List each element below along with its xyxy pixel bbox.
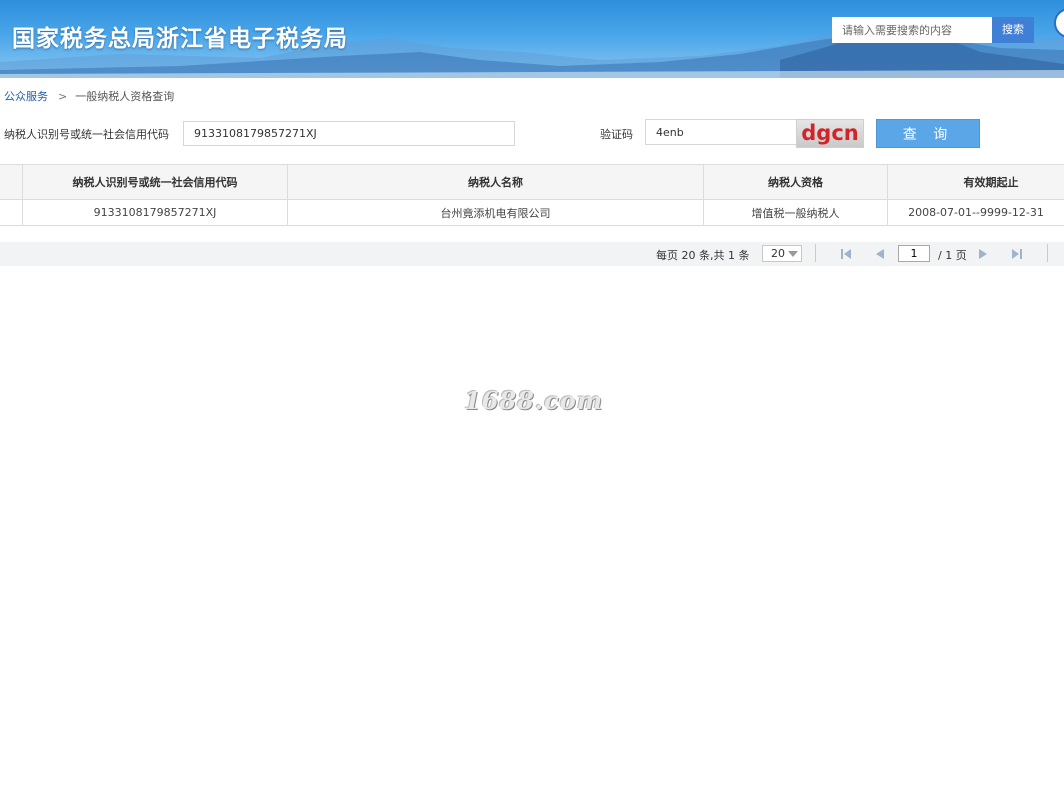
breadcrumb-current: 一般纳税人资格查询 <box>75 90 175 103</box>
cell-taxpayer-name: 台州竟添机电有限公司 <box>288 200 704 225</box>
page-size-select[interactable]: 20 <box>762 245 802 262</box>
breadcrumb-public-services[interactable]: 公众服务 <box>4 90 48 103</box>
table-header: 纳税人识别号或统一社会信用代码 纳税人名称 纳税人资格 有效期起止 <box>0 165 1064 200</box>
pager-divider <box>815 244 816 262</box>
pager-divider <box>1047 244 1048 262</box>
site-search-button[interactable]: 搜索 <box>992 17 1034 43</box>
column-header-taxpayer-id[interactable]: 纳税人识别号或统一社会信用代码 <box>23 165 288 199</box>
breadcrumb-separator: > <box>58 90 68 103</box>
corner-logo-icon[interactable] <box>1054 8 1064 64</box>
cell-validity: 2008-07-01--9999-12-31 <box>908 206 1044 219</box>
previous-page-icon[interactable] <box>872 246 888 262</box>
taxpayer-id-input[interactable] <box>183 121 515 146</box>
chevron-down-icon <box>788 251 798 257</box>
last-page-icon[interactable] <box>1009 246 1025 262</box>
captcha-image[interactable]: dgcn <box>796 119 864 148</box>
pager-summary: 每页 20 条,共 1 条 <box>656 249 750 262</box>
page-size-value: 20 <box>771 247 785 260</box>
taxpayer-id-label: 纳税人识别号或统一社会信用代码 <box>4 128 169 141</box>
cell-qualification: 增值税一般纳税人 <box>704 200 888 225</box>
site-search-input[interactable] <box>832 17 992 43</box>
first-page-icon[interactable] <box>838 246 854 262</box>
breadcrumb: 公众服务 > 一般纳税人资格查询 <box>4 88 174 104</box>
current-page-input[interactable] <box>898 245 930 262</box>
cell-taxpayer-id: 9133108179857271XJ <box>23 200 288 225</box>
column-header-taxpayer-name[interactable]: 纳税人名称 <box>288 165 704 199</box>
query-button[interactable]: 查 询 <box>876 119 980 148</box>
row-number-cell <box>0 200 23 225</box>
captcha-label: 验证码 <box>600 128 633 141</box>
column-header-validity[interactable]: 有效期起止 <box>888 165 1064 199</box>
column-header-qualification[interactable]: 纳税人资格 <box>704 165 888 199</box>
table-row[interactable]: 9133108179857271XJ 台州竟添机电有限公司 增值税一般纳税人 2… <box>0 200 1064 225</box>
captcha-input[interactable] <box>645 119 797 145</box>
site-title: 国家税务总局浙江省电子税务局 <box>12 26 348 52</box>
watermark: 1688.com <box>464 386 604 415</box>
results-table: 纳税人识别号或统一社会信用代码 纳税人名称 纳税人资格 有效期起止 913310… <box>0 164 1064 226</box>
next-page-icon[interactable] <box>975 246 991 262</box>
page-total: / 1 页 <box>938 249 967 262</box>
header-banner: 国家税务总局浙江省电子税务局 搜索 <box>0 0 1064 78</box>
row-number-header <box>0 165 23 199</box>
pagination-bar: 每页 20 条,共 1 条 20 / 1 页 <box>0 242 1064 266</box>
